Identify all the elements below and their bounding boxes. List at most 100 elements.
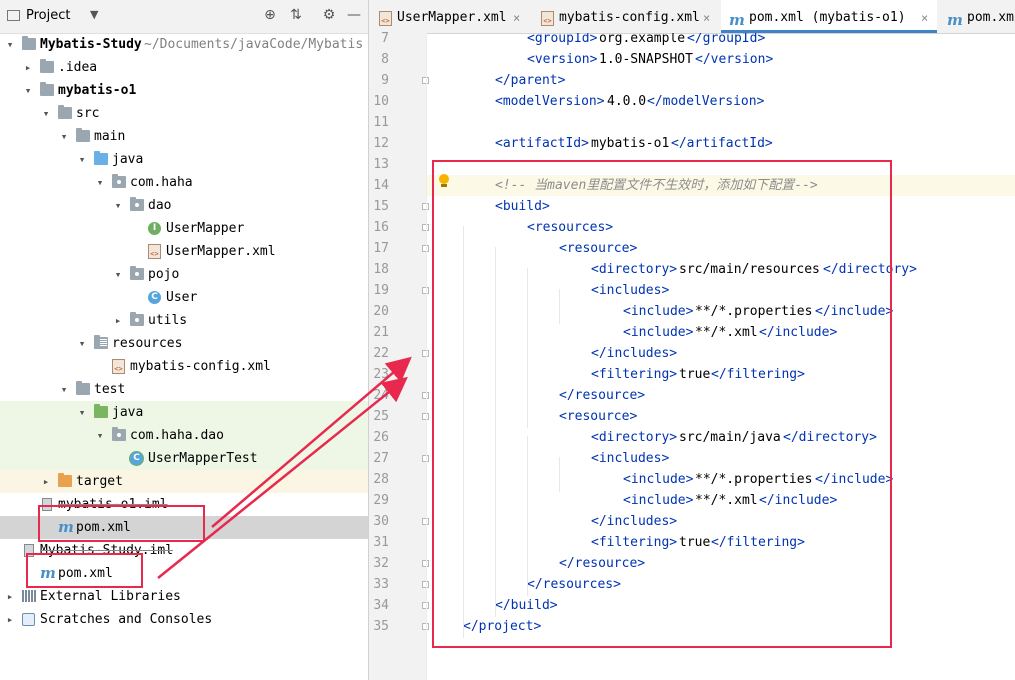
tree-item-idea[interactable]: ▸ .idea (0, 56, 368, 79)
code-line[interactable]: </resource> (427, 385, 1015, 406)
code-line[interactable]: <artifactId> mybatis-o1 </artifactId> (427, 133, 1015, 154)
code-line[interactable]: <include> **/*.properties </include> (427, 301, 1015, 322)
tree-item-pom-xml[interactable]: m pom.xml (0, 516, 368, 539)
close-icon[interactable]: × (513, 0, 520, 33)
project-panel-title[interactable]: Project (26, 8, 70, 23)
tree-item-test[interactable]: ▾ test (0, 378, 368, 401)
expand-arrow-icon[interactable]: ▾ (58, 125, 70, 148)
code-line[interactable]: <resources> (427, 217, 1015, 238)
tree-item-dao[interactable]: ▾ dao (0, 194, 368, 217)
code-line[interactable]: <include> **/*.xml </include> (427, 490, 1015, 511)
project-view-icon (7, 10, 20, 21)
xml-tag: <directory> (591, 262, 678, 277)
tree-item-mybatis-study-iml[interactable]: Mybatis-Study.iml (0, 539, 368, 562)
xml-tag: </groupId> (687, 33, 766, 46)
code-line[interactable]: <modelVersion> 4.0.0 </modelVersion> (427, 91, 1015, 112)
code-line[interactable]: </project> (427, 616, 1015, 637)
tree-item-label: External Libraries (40, 589, 181, 604)
code-line[interactable]: <include> **/*.properties </include> (427, 469, 1015, 490)
tree-item-java[interactable]: ▾ java (0, 148, 368, 171)
tab-pom-xml[interactable]: m pom.xml (939, 0, 1015, 33)
code-line[interactable]: <resource> (427, 406, 1015, 427)
code-line[interactable]: <resource> (427, 238, 1015, 259)
tree-item-src[interactable]: ▾ src (0, 102, 368, 125)
code-line[interactable] (427, 112, 1015, 133)
expand-arrow-icon[interactable]: ▾ (76, 401, 88, 424)
collapse-arrow-icon[interactable]: ▸ (4, 585, 16, 608)
line-number: 10 (373, 94, 389, 109)
collapse-all-icon[interactable]: ⇅ (288, 7, 304, 23)
tree-item-label: src (76, 106, 100, 121)
lightbulb-icon[interactable] (438, 174, 450, 188)
expand-arrow-icon[interactable]: ▾ (58, 378, 70, 401)
tree-item-utils[interactable]: ▸ utils (0, 309, 368, 332)
tree-item-com-haha[interactable]: ▾ com.haha (0, 171, 368, 194)
expand-arrow-icon[interactable]: ▾ (40, 102, 52, 125)
expand-arrow-icon[interactable]: ▾ (76, 332, 88, 355)
tree-item-usermapper[interactable]: I UserMapper (0, 217, 368, 240)
code-line[interactable]: </resource> (427, 553, 1015, 574)
expand-arrow-icon[interactable]: ▾ (4, 33, 16, 56)
collapse-arrow-icon[interactable]: ▸ (22, 56, 34, 79)
locate-icon[interactable]: ⊕ (262, 7, 278, 23)
tree-item-mybatis-o1-iml[interactable]: mybatis-o1.iml (0, 493, 368, 516)
resources-folder-icon (94, 335, 108, 349)
tree-item-target[interactable]: ▸ target (0, 470, 368, 493)
code-editor[interactable]: <groupId> org.example </groupId> <version> 1… (427, 33, 1015, 680)
tree-item-mybatis-o1[interactable]: ▾ mybatis-o1 (0, 79, 368, 102)
code-line[interactable] (427, 154, 1015, 175)
code-line[interactable]: </includes> (427, 343, 1015, 364)
code-line[interactable]: <includes> (427, 280, 1015, 301)
line-number: 31 (373, 535, 389, 550)
tree-item-java[interactable]: ▾ java (0, 401, 368, 424)
tree-item-mybatis-config-xml[interactable]: mybatis-config.xml (0, 355, 368, 378)
expand-arrow-icon[interactable]: ▾ (22, 79, 34, 102)
code-line[interactable]: </includes> (427, 511, 1015, 532)
code-line[interactable]: <directory> src/main/resources </directory… (427, 259, 1015, 280)
code-line[interactable]: <filtering> true </filtering> (427, 364, 1015, 385)
tree-item-com-haha-dao[interactable]: ▾ com.haha.dao (0, 424, 368, 447)
tree-item-usermapper-xml[interactable]: UserMapper.xml (0, 240, 368, 263)
expand-arrow-icon[interactable]: ▾ (112, 263, 124, 286)
tree-item-mybatis-study[interactable]: ▾ Mybatis-Study ~/Documents/javaCode/Myba… (0, 33, 368, 56)
collapse-arrow-icon[interactable]: ▸ (40, 470, 52, 493)
code-line[interactable]: </build> (427, 595, 1015, 616)
minimize-icon[interactable]: — (346, 7, 362, 23)
tab-usermapper-xml[interactable]: UserMapper.xml × (369, 0, 529, 33)
tree-item-pojo[interactable]: ▾ pojo (0, 263, 368, 286)
indent-guide (527, 436, 528, 596)
close-icon[interactable]: × (921, 0, 928, 33)
tree-item-usermappertest[interactable]: C UserMapperTest (0, 447, 368, 470)
code-line[interactable]: <!-- 当maven里配置文件不生效时，添加如下配置--> (427, 175, 1015, 196)
code-line[interactable]: <includes> (427, 448, 1015, 469)
code-line[interactable]: <directory> src/main/java </directory> (427, 427, 1015, 448)
tree-item-user[interactable]: C User (0, 286, 368, 309)
tree-item-scratches-and-consoles[interactable]: ▸ Scratches and Consoles (0, 608, 368, 631)
tree-item-resources[interactable]: ▾ resources (0, 332, 368, 355)
code-line[interactable]: </resources> (427, 574, 1015, 595)
collapse-arrow-icon[interactable]: ▸ (4, 608, 16, 631)
collapse-arrow-icon[interactable]: ▸ (112, 309, 124, 332)
tree-item-external-libraries[interactable]: ▸ External Libraries (0, 585, 368, 608)
code-line[interactable]: <build> (427, 196, 1015, 217)
code-line[interactable]: <filtering> true </filtering> (427, 532, 1015, 553)
expand-arrow-icon[interactable]: ▾ (76, 148, 88, 171)
xml-tag: </include> (815, 304, 894, 319)
expand-arrow-icon[interactable]: ▾ (94, 171, 106, 194)
code-line[interactable]: <version> 1.0-SNAPSHOT </version> (427, 49, 1015, 70)
tree-item-main[interactable]: ▾ main (0, 125, 368, 148)
tree-item-label: java (112, 152, 144, 167)
code-line[interactable]: <include> **/*.xml </include> (427, 322, 1015, 343)
line-number: 30 (373, 514, 389, 529)
expand-arrow-icon[interactable]: ▾ (112, 194, 124, 217)
gear-icon[interactable]: ⚙ (321, 7, 337, 23)
chevron-down-icon[interactable]: ▼ (90, 8, 98, 21)
tab-mybatis-config-xml[interactable]: mybatis-config.xml× (531, 0, 719, 33)
expand-arrow-icon[interactable]: ▾ (94, 424, 106, 447)
code-line[interactable]: </parent> (427, 70, 1015, 91)
close-icon[interactable]: × (703, 0, 710, 33)
xml-tag: <include> (623, 304, 694, 319)
code-line[interactable]: <groupId> org.example </groupId> (427, 33, 1015, 49)
tree-item-pom-xml[interactable]: m pom.xml (0, 562, 368, 585)
tab-pom-xml-mybatis-o1[interactable]: m pom.xml (mybatis-o1) × (721, 0, 937, 33)
